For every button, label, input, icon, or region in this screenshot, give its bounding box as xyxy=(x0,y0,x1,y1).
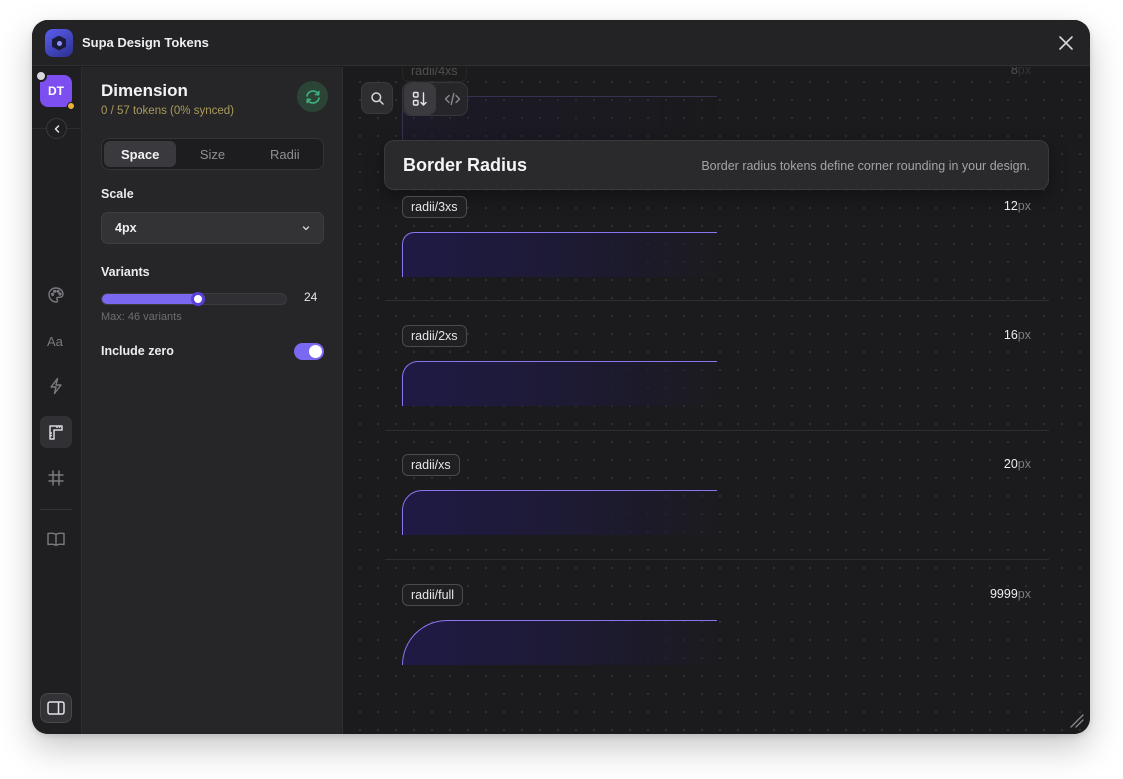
close-icon xyxy=(1059,36,1073,50)
typography-icon: Aa xyxy=(47,334,64,348)
rail-item-colors[interactable] xyxy=(40,279,72,311)
variants-slider-thumb[interactable] xyxy=(190,292,205,306)
radius-preview xyxy=(402,361,717,406)
token-value: 20px xyxy=(1004,457,1031,471)
token-row[interactable]: radii/4xs 8px xyxy=(402,67,1031,150)
variants-label: Variants xyxy=(101,265,150,279)
scale-select-value: 4px xyxy=(115,221,137,235)
code-icon xyxy=(444,92,460,106)
dimension-tabs: Space Size Radii xyxy=(101,138,324,170)
include-zero-label: Include zero xyxy=(101,344,174,358)
token-value: 9999px xyxy=(990,587,1031,601)
app-title: Supa Design Tokens xyxy=(82,35,209,50)
variants-slider-fill xyxy=(102,294,198,304)
resize-grip-icon[interactable] xyxy=(1068,712,1084,728)
token-value: 16px xyxy=(1004,328,1031,342)
token-value-number: 8 xyxy=(1010,67,1018,77)
token-value-number: 20 xyxy=(1003,457,1018,471)
rail-item-effects[interactable] xyxy=(40,370,72,402)
token-row[interactable]: radii/xs 20px xyxy=(402,454,1031,544)
dimension-icon xyxy=(49,425,63,440)
avatar-notification-dot xyxy=(67,102,75,110)
token-name: radii/full xyxy=(402,584,464,606)
token-value-unit: px xyxy=(1017,457,1031,471)
scale-label: Scale xyxy=(101,187,134,201)
view-toolbar xyxy=(402,82,468,116)
token-value-unit: px xyxy=(1017,587,1031,601)
toggle-knob xyxy=(309,345,322,358)
book-icon xyxy=(47,532,65,547)
radius-preview xyxy=(402,490,717,535)
sync-icon xyxy=(305,89,320,104)
token-row[interactable]: radii/2xs 16px xyxy=(402,325,1031,415)
title-bar: Supa Design Tokens xyxy=(32,20,1090,66)
sort-button[interactable] xyxy=(404,83,436,115)
tab-space[interactable]: Space xyxy=(104,141,177,167)
search-icon xyxy=(370,91,384,105)
rail-separator xyxy=(40,509,72,510)
token-value-unit: px xyxy=(1017,199,1031,213)
token-name: radii/2xs xyxy=(402,325,467,347)
svg-text:Aa: Aa xyxy=(47,334,64,348)
radius-preview xyxy=(402,232,717,277)
include-zero-toggle[interactable] xyxy=(294,343,324,360)
variants-value: 24 xyxy=(304,290,318,304)
toggle-panel-button[interactable] xyxy=(40,693,72,723)
token-row[interactable]: radii/full 9999px xyxy=(402,584,1031,674)
sync-button[interactable] xyxy=(297,81,328,112)
code-view-button[interactable] xyxy=(436,83,468,115)
avatar-status-icon xyxy=(35,70,47,82)
sidebar-toggle-icon xyxy=(47,701,65,715)
lightning-icon xyxy=(50,377,62,395)
token-name: radii/4xs xyxy=(402,67,467,82)
rail-item-dimension[interactable] xyxy=(40,416,72,448)
token-divider xyxy=(385,430,1049,431)
token-divider xyxy=(385,559,1049,560)
token-canvas: radii/4xs 8px Border Radius Border radiu… xyxy=(343,67,1090,734)
token-value: 12px xyxy=(1004,199,1031,213)
tab-size[interactable]: Size xyxy=(176,141,248,167)
close-button[interactable] xyxy=(1056,33,1076,53)
rail-item-docs[interactable] xyxy=(40,523,72,555)
sync-status-text: 0 / 57 tokens (0% synced) xyxy=(101,105,234,117)
collapse-button[interactable] xyxy=(46,118,67,139)
scale-select[interactable]: 4px xyxy=(101,212,324,244)
token-value-unit: px xyxy=(1017,328,1031,342)
tab-radii[interactable]: Radii xyxy=(249,141,321,167)
chevron-down-icon xyxy=(302,226,310,231)
variants-max-hint: Max: 46 variants xyxy=(101,311,182,323)
app-logo-icon xyxy=(45,29,73,57)
left-rail: DT Aa xyxy=(32,67,82,734)
radius-preview xyxy=(402,620,717,665)
section-title: Border Radius xyxy=(403,155,528,175)
section-header: Border Radius Border radius tokens defin… xyxy=(384,140,1049,190)
section-description: Border radius tokens define corner round… xyxy=(701,159,1030,173)
grid-icon xyxy=(48,470,64,486)
token-value-number: 9999 xyxy=(989,587,1018,601)
token-name: radii/xs xyxy=(402,454,460,476)
token-row[interactable]: radii/3xs 12px xyxy=(402,196,1031,286)
app-window: Supa Design Tokens DT Aa Dimension 0 / 5… xyxy=(32,20,1090,734)
token-value-number: 12 xyxy=(1003,199,1018,213)
token-value-unit: px xyxy=(1017,67,1031,77)
chevron-left-icon xyxy=(54,124,59,133)
side-panel: Dimension 0 / 57 tokens (0% synced) Spac… xyxy=(82,67,343,734)
sort-icon xyxy=(412,91,427,106)
variants-slider[interactable] xyxy=(101,292,287,306)
palette-icon xyxy=(48,287,64,303)
token-value-number: 16 xyxy=(1003,328,1018,342)
rail-item-grid[interactable] xyxy=(40,462,72,494)
panel-title: Dimension xyxy=(101,81,188,100)
rail-item-typography[interactable]: Aa xyxy=(40,325,72,357)
token-value: 8px xyxy=(1011,67,1031,77)
token-name: radii/3xs xyxy=(402,196,467,218)
token-divider xyxy=(385,300,1049,301)
search-button[interactable] xyxy=(361,82,393,114)
